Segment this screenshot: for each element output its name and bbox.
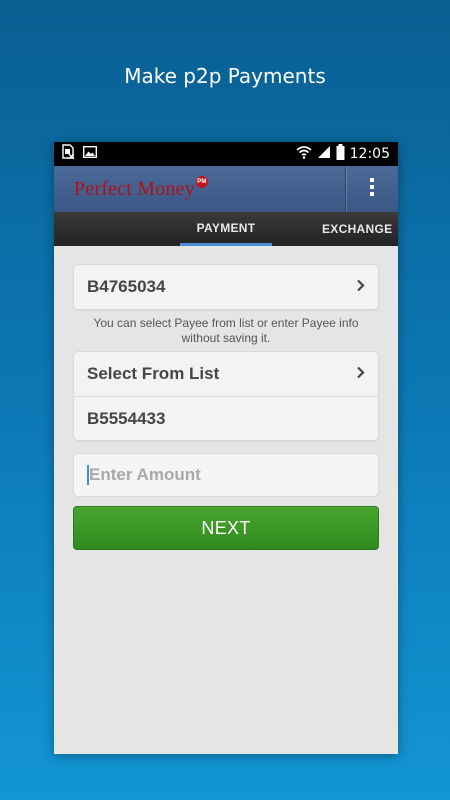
payer-account-value: B4765034 [87, 277, 166, 296]
wifi-icon [296, 145, 312, 164]
payee-card: Select From List B5554433 [73, 351, 379, 441]
app-bar: Perfect Money PM [54, 166, 398, 212]
select-from-list-row[interactable]: Select From List [74, 352, 378, 396]
signal-icon [317, 145, 331, 164]
logo-text: Perfect Money [74, 177, 195, 200]
status-time: 12:05 [349, 146, 390, 162]
next-button[interactable]: NEXT [73, 506, 379, 550]
overflow-menu-icon [369, 177, 375, 202]
payer-account-card[interactable]: B4765034 [73, 264, 379, 310]
status-right-icons: 12:05 [296, 143, 390, 165]
status-bar: 12:05 [54, 142, 398, 166]
chevron-right-icon [356, 277, 365, 297]
chevron-right-icon [356, 364, 365, 384]
tab-exchange[interactable]: EXCHANGE [322, 212, 398, 246]
image-icon [82, 145, 98, 163]
tab-payment[interactable]: PAYMENT [180, 212, 272, 246]
payee-hint-text: You can select Payee from list or enter … [93, 316, 359, 345]
payee-account-value: B5554433 [87, 408, 166, 428]
amount-input[interactable] [87, 465, 365, 485]
sim-off-icon [62, 144, 75, 164]
tab-bar: PAYMENT EXCHANGE [54, 212, 398, 246]
status-left-icons [62, 144, 98, 164]
battery-icon [336, 143, 345, 165]
perfect-money-logo: Perfect Money PM [74, 175, 208, 201]
select-from-list-label: Select From List [87, 364, 220, 383]
payment-form: B4765034 You can select Payee from list … [54, 246, 398, 550]
payee-account-row[interactable]: B5554433 [74, 396, 378, 440]
headline: Make p2p Payments [124, 64, 326, 88]
amount-field[interactable] [73, 453, 379, 497]
payer-account-row[interactable]: B4765034 [74, 265, 378, 309]
logo-badge: PM [195, 175, 208, 188]
overflow-menu-button[interactable] [346, 166, 398, 212]
phone-screen: 12:05 Perfect Money PM PAYMENT EXCHANGE … [54, 142, 398, 754]
